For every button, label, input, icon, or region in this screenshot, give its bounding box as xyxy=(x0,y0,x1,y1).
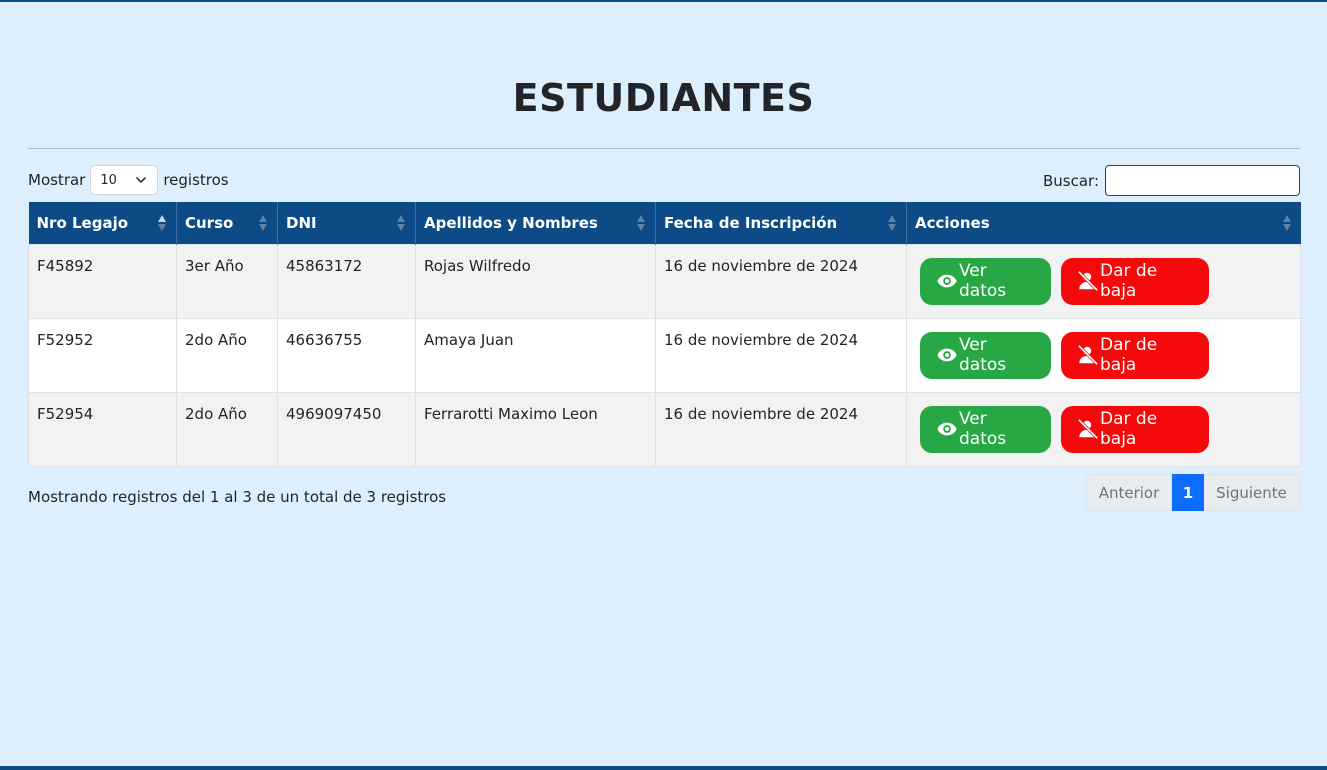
pagination-page-1[interactable]: 1 xyxy=(1172,474,1204,511)
table-row: F45892 3er Año 45863172 Rojas Wilfredo 16 de… xyxy=(28,243,1301,319)
sort-icon xyxy=(888,215,896,231)
column-header-label: Curso xyxy=(185,213,234,232)
drop-student-button[interactable]: Dar de baja xyxy=(1061,405,1209,453)
view-data-button[interactable]: Ver datos xyxy=(920,257,1051,305)
view-data-label: Ver datos xyxy=(959,261,1007,301)
cell-nombre: Amaya Juan xyxy=(415,317,656,393)
column-header-label: DNI xyxy=(286,213,317,232)
title-divider xyxy=(28,148,1300,149)
cell-dni: 45863172 xyxy=(277,243,416,319)
pagination-previous-button[interactable]: Anterior xyxy=(1086,474,1172,511)
length-select-value: 10 xyxy=(100,172,117,188)
cell-nombre: Rojas Wilfredo xyxy=(415,243,656,319)
table-row: F52952 2do Año 46636755 Amaya Juan 16 de nov… xyxy=(28,317,1301,393)
chevron-down-icon xyxy=(136,177,147,183)
drop-student-button[interactable]: Dar de baja xyxy=(1061,257,1209,305)
search-control: Buscar: xyxy=(1043,165,1300,196)
column-header-label: Fecha de Inscripción xyxy=(664,213,838,232)
cell-actions: Ver datos Dar de baja xyxy=(906,317,1301,393)
table-row: F52954 2do Año 4969097450 Ferrarotti Maximo… xyxy=(28,391,1301,467)
column-header[interactable]: Acciones xyxy=(906,202,1301,244)
cell-nombre: Ferrarotti Maximo Leon xyxy=(415,391,656,467)
column-header-label: Apellidos y Nombres xyxy=(424,213,598,232)
column-header-label: Acciones xyxy=(915,213,990,232)
column-header[interactable]: Apellidos y Nombres xyxy=(415,202,656,244)
length-prefix-label: Mostrar xyxy=(28,171,86,189)
view-data-button[interactable]: Ver datos xyxy=(920,405,1051,453)
length-suffix-label: registros xyxy=(163,171,229,189)
eye-icon xyxy=(937,348,957,362)
eye-icon xyxy=(937,422,957,436)
cell-legajo: F45892 xyxy=(28,243,177,319)
pagination-next-button[interactable]: Siguiente xyxy=(1204,474,1300,511)
user-slash-icon xyxy=(1077,270,1099,292)
cell-legajo: F52954 xyxy=(28,391,177,467)
sort-icon xyxy=(397,215,405,231)
view-data-button[interactable]: Ver datos xyxy=(920,331,1051,379)
cell-dni: 46636755 xyxy=(277,317,416,393)
drop-student-label: Dar de baja xyxy=(1100,409,1158,449)
cell-actions: Ver datos Dar de baja xyxy=(906,391,1301,467)
sort-icon xyxy=(158,215,166,231)
sort-icon xyxy=(637,215,645,231)
column-header-label: Nro Legajo xyxy=(36,213,129,232)
drop-student-label: Dar de baja xyxy=(1100,261,1158,301)
column-header[interactable]: Nro Legajo xyxy=(28,202,177,244)
cell-fecha: 16 de noviembre de 2024 xyxy=(655,243,907,319)
cell-curso: 2do Año xyxy=(176,317,278,393)
column-header[interactable]: Curso xyxy=(176,202,278,244)
table-header-row: Nro Legajo Curso DNI Apellidos y Nombres Fec… xyxy=(28,202,1301,244)
cell-curso: 3er Año xyxy=(176,243,278,319)
column-header[interactable]: Fecha de Inscripción xyxy=(655,202,907,244)
cell-fecha: 16 de noviembre de 2024 xyxy=(655,391,907,467)
view-data-label: Ver datos xyxy=(959,335,1007,375)
top-border xyxy=(0,0,1327,2)
user-slash-icon xyxy=(1077,418,1099,440)
students-table: Nro Legajo Curso DNI Apellidos y Nombres Fec… xyxy=(28,202,1301,467)
eye-icon xyxy=(937,274,957,288)
cell-fecha: 16 de noviembre de 2024 xyxy=(655,317,907,393)
user-slash-icon xyxy=(1077,344,1099,366)
drop-student-button[interactable]: Dar de baja xyxy=(1061,331,1209,379)
sort-icon xyxy=(1282,215,1291,231)
cell-actions: Ver datos Dar de baja xyxy=(906,243,1301,319)
view-data-label: Ver datos xyxy=(959,409,1007,449)
cell-legajo: F52952 xyxy=(28,317,177,393)
cell-curso: 2do Año xyxy=(176,391,278,467)
drop-student-label: Dar de baja xyxy=(1100,335,1158,375)
pagination: Anterior 1 Siguiente xyxy=(1086,474,1300,511)
records-length-select[interactable]: 10 xyxy=(90,165,159,195)
search-input[interactable] xyxy=(1105,165,1300,196)
sort-icon xyxy=(259,215,267,231)
table-info: Mostrando registros del 1 al 3 de un tot… xyxy=(28,488,447,506)
column-header[interactable]: DNI xyxy=(277,202,416,244)
search-label: Buscar: xyxy=(1042,171,1099,190)
page-title: ESTUDIANTES xyxy=(512,76,815,120)
cell-dni: 4969097450 xyxy=(277,391,416,467)
records-length-control: Mostrar 10 registros xyxy=(28,165,229,195)
table-body: F45892 3er Año 45863172 Rojas Wilfredo 16 de… xyxy=(28,243,1301,467)
bottom-border xyxy=(0,766,1327,770)
